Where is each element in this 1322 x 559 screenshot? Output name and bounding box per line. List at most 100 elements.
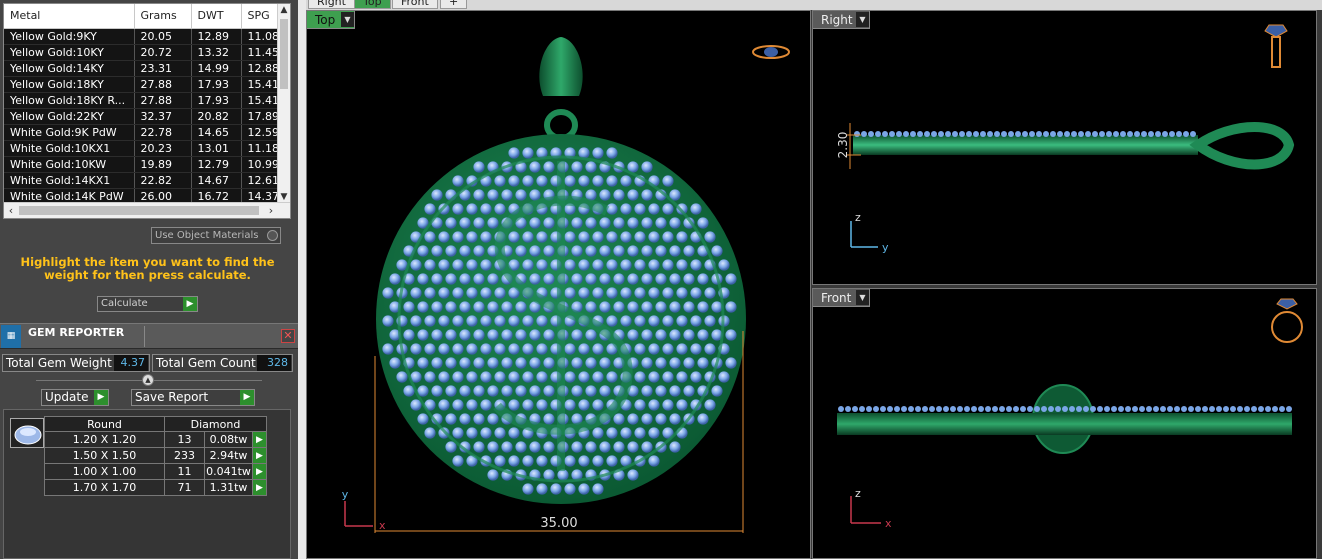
- ring-view-icon[interactable]: [1271, 298, 1303, 343]
- table-row[interactable]: Yellow Gold:14KY 23.31 14.99 12.88: [4, 60, 282, 77]
- vertical-scrollbar[interactable]: ▲ ▼: [277, 4, 290, 204]
- gem-stone: [697, 357, 709, 369]
- tab-top[interactable]: Top: [354, 0, 391, 9]
- viewport-right[interactable]: 2.30 z y Right ▼: [812, 10, 1317, 285]
- table-row[interactable]: Yellow Gold:9KY 20.05 12.89 11.08: [4, 28, 282, 45]
- gem-stone: [431, 329, 443, 341]
- play-arrow-icon[interactable]: ▶: [252, 463, 267, 480]
- scroll-right-icon[interactable]: ›: [264, 203, 278, 218]
- gem-stone: [417, 273, 429, 285]
- viewport-front[interactable]: z x Front ▼: [812, 288, 1317, 559]
- cell-metal: White Gold:10KX1: [4, 140, 135, 157]
- gem-stone: [1013, 406, 1019, 412]
- tab-front[interactable]: Front: [392, 0, 438, 9]
- gem-stone: [1085, 131, 1091, 137]
- dropdown-arrow-icon[interactable]: ▼: [856, 290, 869, 305]
- gem-stone: [627, 301, 639, 313]
- column-header-metal[interactable]: Metal: [4, 4, 135, 29]
- gem-row[interactable]: 1.50 X 1.50 233 2.94tw ▶: [44, 447, 267, 464]
- gem-stone: [410, 259, 422, 271]
- dropdown-arrow-icon[interactable]: ▼: [341, 12, 354, 27]
- viewport-right-label[interactable]: Right ▼: [813, 11, 870, 29]
- right-view-canvas[interactable]: 2.30 z y: [813, 11, 1317, 285]
- scroll-up-icon[interactable]: ▲: [278, 4, 290, 17]
- gem-stone: [718, 259, 730, 271]
- gem-row[interactable]: 1.00 X 1.00 11 0.041tw ▶: [44, 463, 267, 480]
- gem-stone: [480, 315, 492, 327]
- panel-splitter[interactable]: [298, 0, 306, 559]
- gem-stone: [571, 441, 583, 453]
- table-row[interactable]: Yellow Gold:22KY 32.37 20.82 17.89: [4, 108, 282, 125]
- table-row[interactable]: Yellow Gold:18KY R... 27.88 17.93 15.41: [4, 92, 282, 109]
- panel-slider-handle[interactable]: ▲: [142, 374, 154, 386]
- radio-toggle-icon[interactable]: [267, 230, 278, 241]
- gem-stone: [522, 175, 534, 187]
- gem-stone: [641, 161, 653, 173]
- gem-stone: [452, 175, 464, 187]
- gem-stone: [599, 189, 611, 201]
- table-row[interactable]: White Gold:14KX1 22.82 14.67 12.61: [4, 172, 282, 189]
- gem-stone: [641, 329, 653, 341]
- gem-table: Round Diamond 1.20 X 1.20 13 0.08tw ▶ 1.50 …: [44, 416, 267, 496]
- gem-stone: [929, 406, 935, 412]
- cell-dwt: 13.01: [191, 140, 242, 157]
- table-row[interactable]: White Gold:10KX1 20.23 13.01 11.18: [4, 140, 282, 157]
- column-header-dwt[interactable]: DWT: [191, 4, 242, 29]
- ring-view-icon[interactable]: [1264, 24, 1288, 68]
- gem-stone: [662, 399, 674, 411]
- viewport-top-label[interactable]: Top ▼: [307, 11, 355, 29]
- top-view-canvas[interactable]: 35.00 y x: [307, 11, 811, 559]
- table-row[interactable]: Yellow Gold:10KY 20.72 13.32 11.45: [4, 44, 282, 61]
- gem-stone: [571, 385, 583, 397]
- horizontal-scrollbar[interactable]: ‹ ›: [4, 202, 290, 218]
- gem-stone: [971, 406, 977, 412]
- scroll-left-icon[interactable]: ‹: [4, 203, 18, 218]
- column-header-spg[interactable]: SPG: [241, 4, 282, 29]
- gem-stone: [571, 357, 583, 369]
- cell-grams: 27.88: [134, 92, 192, 109]
- dropdown-arrow-icon[interactable]: ▼: [856, 12, 869, 27]
- table-row[interactable]: Yellow Gold:18KY 27.88 17.93 15.41: [4, 76, 282, 93]
- gem-stone: [536, 371, 548, 383]
- calculate-button[interactable]: Calculate ▶: [97, 296, 198, 312]
- scrollbar-thumb[interactable]: [19, 206, 259, 215]
- gem-stone: [1034, 406, 1040, 412]
- table-row[interactable]: White Gold:9K PdW 22.78 14.65 12.59: [4, 124, 282, 141]
- scrollbar-thumb[interactable]: [280, 19, 288, 89]
- play-arrow-icon[interactable]: ▶: [252, 479, 267, 496]
- front-view-canvas[interactable]: z x: [813, 289, 1317, 559]
- gem-stone: [424, 259, 436, 271]
- viewport-front-label[interactable]: Front ▼: [813, 289, 870, 307]
- viewport-top[interactable]: 35.00 y x Top ▼: [306, 10, 811, 559]
- tab-add[interactable]: +: [440, 0, 468, 9]
- gem-row[interactable]: 1.70 X 1.70 71 1.31tw ▶: [44, 479, 267, 496]
- gem-stone: [438, 371, 450, 383]
- cell-metal: White Gold:9K PdW: [4, 124, 135, 141]
- gem-stone: [508, 315, 520, 327]
- gem-stone: [690, 371, 702, 383]
- gem-stone: [634, 203, 646, 215]
- play-arrow-icon[interactable]: ▶: [252, 431, 267, 448]
- gem-stone: [410, 287, 422, 299]
- close-icon[interactable]: ✕: [281, 329, 295, 343]
- tab-right[interactable]: Right: [308, 0, 355, 9]
- pendant-front-profile: [837, 413, 1292, 435]
- table-row[interactable]: White Gold:10KW 19.89 12.79 10.99: [4, 156, 282, 173]
- gem-stone: [564, 455, 576, 467]
- gem-stone: [452, 231, 464, 243]
- save-report-button[interactable]: Save Report ▶: [131, 389, 255, 406]
- ring-view-icon[interactable]: [752, 45, 790, 59]
- gem-stone: [1272, 406, 1278, 412]
- gem-stone: [501, 329, 513, 341]
- play-arrow-icon[interactable]: ▶: [252, 447, 267, 464]
- gem-row[interactable]: 1.20 X 1.20 13 0.08tw ▶: [44, 431, 267, 448]
- use-object-materials-toggle[interactable]: Use Object Materials: [151, 227, 281, 244]
- gem-stone: [473, 301, 485, 313]
- update-button[interactable]: Update ▶: [41, 389, 109, 406]
- gem-stone: [1043, 131, 1049, 137]
- gem-stone: [487, 357, 499, 369]
- column-header-grams[interactable]: Grams: [134, 4, 192, 29]
- cell-spg: 11.18: [241, 140, 282, 157]
- viewport-top-name: Top: [315, 13, 336, 27]
- gem-stone: [522, 147, 534, 159]
